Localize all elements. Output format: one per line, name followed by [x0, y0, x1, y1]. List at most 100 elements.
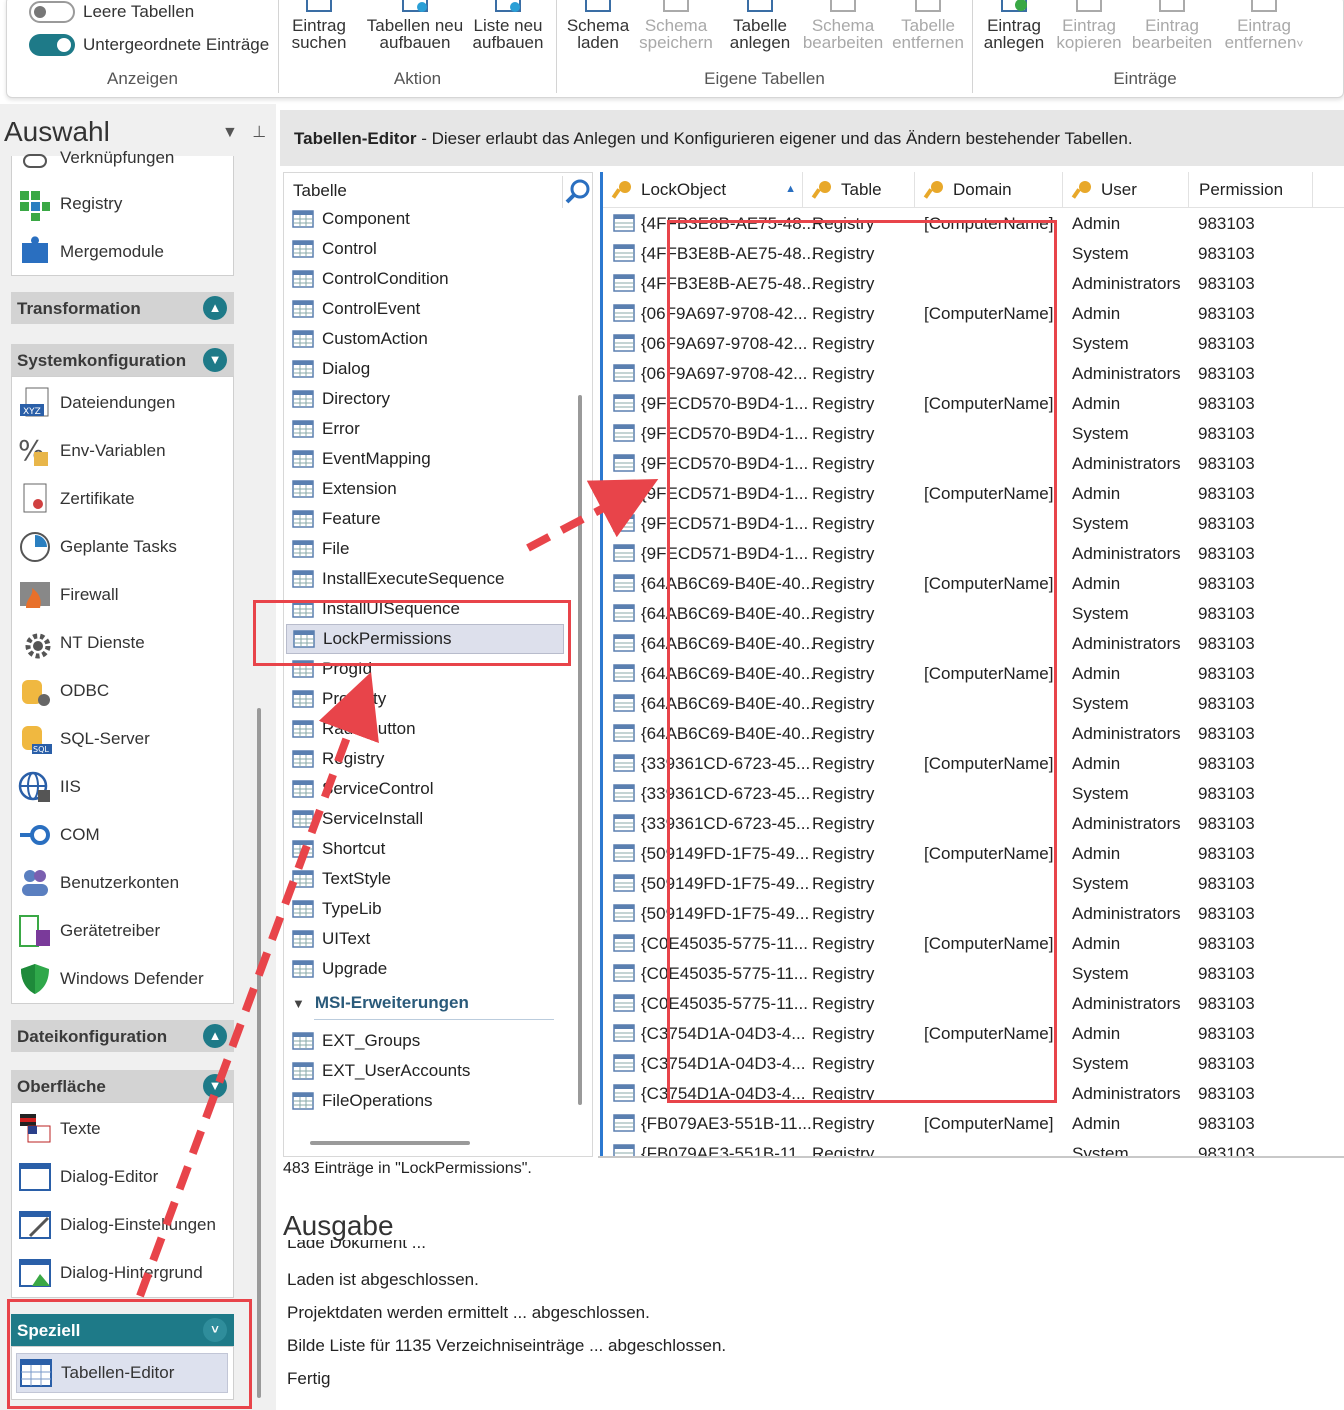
- table-list-item[interactable]: EXT_UserAccounts: [292, 1056, 470, 1086]
- pin-icon[interactable]: ⊥: [252, 124, 266, 141]
- schema-laden-button[interactable]: Schema laden: [565, 0, 631, 51]
- table-list-item[interactable]: Dialog: [292, 354, 370, 384]
- sidebar-item-verknuepfungen[interactable]: Verknüpfungen: [18, 138, 174, 178]
- eintrag-kopieren-button[interactable]: Eintrag kopieren: [1053, 0, 1125, 51]
- chevron-down-icon[interactable]: ˅: [1296, 37, 1303, 51]
- section-header-oberflaeche[interactable]: Oberfläche ▼: [11, 1070, 234, 1102]
- table-list-item[interactable]: EventMapping: [292, 444, 431, 474]
- dropdown-arrow-icon[interactable]: ▼: [222, 124, 238, 141]
- sidebar-scrollbar[interactable]: [257, 708, 261, 1398]
- table-list-hscrollbar[interactable]: [310, 1141, 470, 1145]
- table-list-item-label: File: [322, 539, 350, 558]
- table-list-item[interactable]: Control: [292, 234, 377, 264]
- sidebar-item-firewall[interactable]: Firewall: [18, 575, 119, 615]
- table-list-item[interactable]: EXT_Groups: [292, 1026, 420, 1056]
- sidebar-item-mergemodule[interactable]: Mergemodule: [18, 232, 164, 272]
- table-icon: [292, 780, 314, 798]
- chevron-down-icon[interactable]: ▼: [203, 348, 227, 372]
- certificate-icon: [18, 482, 52, 516]
- table-icon: [613, 994, 635, 1012]
- toggle-leere-tabellen[interactable]: Leere Tabellen: [29, 1, 194, 23]
- toggle-switch-off[interactable]: [29, 1, 75, 23]
- chevron-down-icon[interactable]: ▼: [203, 1074, 227, 1098]
- section-header-dateikonfiguration[interactable]: Dateikonfiguration ▲: [11, 1020, 234, 1052]
- sidebar-item-benutzerkonten[interactable]: Benutzerkonten: [18, 863, 179, 903]
- table-list-item[interactable]: Upgrade: [292, 954, 387, 984]
- sidebar-item-dateiendungen[interactable]: XYZ Dateiendungen: [18, 383, 175, 423]
- table-list-item[interactable]: FileOperations: [292, 1086, 433, 1116]
- liste-neu-aufbauen-button[interactable]: Liste neu aufbauen: [469, 0, 547, 51]
- table-list-item[interactable]: UIText: [292, 924, 370, 954]
- sidebar-item-geraetetreiber[interactable]: Gerätetreiber: [18, 911, 160, 951]
- table-icon: [292, 1032, 314, 1050]
- column-header-lockobject[interactable]: LockObject ▲: [603, 172, 803, 208]
- section-header-transformation[interactable]: Transformation ▲: [11, 292, 234, 324]
- sidebar-item-sql-server[interactable]: SQL SQL-Server: [18, 719, 150, 759]
- collapse-triangle-icon[interactable]: ▼: [292, 996, 305, 1011]
- sidebar-item-odbc[interactable]: ODBC: [18, 671, 109, 711]
- table-list-item[interactable]: RadioButton: [292, 714, 416, 744]
- table-list-item-label: ControlEvent: [322, 299, 421, 318]
- table-icon: [292, 570, 314, 588]
- chevron-up-icon[interactable]: ▲: [203, 296, 227, 320]
- table-list-item-label: Shortcut: [322, 839, 386, 858]
- toggle-untergeordnete-eintraege[interactable]: Untergeordnete Einträge: [29, 34, 269, 56]
- table-list-item[interactable]: Property: [292, 684, 386, 714]
- schema-speichern-button[interactable]: Schema speichern: [637, 0, 715, 51]
- table-list-item[interactable]: InstallExecuteSequence: [292, 564, 504, 594]
- column-header-permission[interactable]: Permission: [1189, 172, 1313, 208]
- clock-icon: [18, 530, 52, 564]
- table-list-item-label: CustomAction: [322, 329, 428, 348]
- table-list-item[interactable]: TypeLib: [292, 894, 382, 924]
- table-list-item[interactable]: Component: [292, 204, 410, 234]
- table-list-vscrollbar[interactable]: [578, 395, 582, 1105]
- msi-extensions-header[interactable]: ▼ MSI-Erweiterungen: [292, 993, 469, 1013]
- eintrag-anlegen-button[interactable]: Eintrag anlegen: [981, 0, 1047, 51]
- table-list-item[interactable]: ControlCondition: [292, 264, 449, 294]
- column-header-user[interactable]: User: [1063, 172, 1189, 208]
- table-list-item[interactable]: CustomAction: [292, 324, 428, 354]
- eintrag-entfernen-button[interactable]: Eintrag entfernen˅: [1219, 0, 1309, 53]
- tabellen-neu-aufbauen-button[interactable]: Tabellen neu aufbauen: [365, 0, 465, 51]
- table-icon: [292, 1092, 314, 1110]
- table-row[interactable]: {FB079AE3-551B-11... Registry [ComputerNam…: [603, 1108, 1344, 1138]
- sidebar-item-com[interactable]: COM: [18, 815, 100, 855]
- sidebar-item-texte[interactable]: Texte: [18, 1109, 101, 1149]
- sidebar-item-nt-dienste[interactable]: NT Dienste: [18, 623, 145, 663]
- table-list-item[interactable]: Directory: [292, 384, 390, 414]
- search-button[interactable]: [562, 176, 592, 208]
- section-header-systemkonfiguration[interactable]: Systemkonfiguration ▼: [11, 344, 234, 376]
- table-list-header: Tabelle: [293, 181, 347, 200]
- sidebar-item-geplante-tasks[interactable]: Geplante Tasks: [18, 527, 177, 567]
- table-list-item[interactable]: Feature: [292, 504, 381, 534]
- column-header-domain[interactable]: Domain: [915, 172, 1063, 208]
- table-list-item[interactable]: TextStyle: [292, 864, 391, 894]
- table-list-item[interactable]: ServiceControl: [292, 774, 434, 804]
- sidebar-item-dialog-hintergrund[interactable]: Dialog-Hintergrund: [18, 1253, 203, 1293]
- cell-permission: 983103: [1198, 754, 1255, 773]
- sidebar-item-zertifikate[interactable]: Zertifikate: [18, 479, 135, 519]
- schema-bearbeiten-button[interactable]: Schema bearbeiten: [801, 0, 885, 51]
- tabelle-entfernen-button[interactable]: Tabelle entfernen: [889, 0, 967, 51]
- table-list-item[interactable]: Error: [292, 414, 360, 444]
- table-icon: [613, 874, 635, 892]
- eintrag-suchen-button[interactable]: Eintrag suchen: [287, 0, 351, 51]
- sidebar-item-env-variablen[interactable]: % Env-Variablen: [18, 431, 166, 471]
- sidebar-item-iis[interactable]: IIS: [18, 767, 81, 807]
- tabelle-anlegen-button[interactable]: Tabelle anlegen: [727, 0, 793, 51]
- sidebar-item-dialog-einstellungen[interactable]: Dialog-Einstellungen: [18, 1205, 216, 1245]
- table-list-item[interactable]: Shortcut: [292, 834, 385, 864]
- sidebar-item-dialog-editor[interactable]: Dialog-Editor: [18, 1157, 158, 1197]
- toggle-switch-on[interactable]: [29, 34, 75, 56]
- table-list-item[interactable]: Registry: [292, 744, 384, 774]
- chevron-up-icon[interactable]: ▲: [203, 1024, 227, 1048]
- eintrag-bearbeiten-button[interactable]: Eintrag bearbeiten: [1129, 0, 1215, 51]
- column-header-table[interactable]: Table: [803, 172, 915, 208]
- table-row[interactable]: {FB079AE3-551B-11... Registry System 983103: [603, 1138, 1344, 1157]
- table-list-item[interactable]: ServiceInstall: [292, 804, 423, 834]
- table-list-item[interactable]: File: [292, 534, 349, 564]
- table-list-item[interactable]: ControlEvent: [292, 294, 420, 324]
- sidebar-item-windows-defender[interactable]: Windows Defender: [18, 959, 204, 999]
- sidebar-item-registry[interactable]: Registry: [18, 184, 122, 224]
- table-list-item[interactable]: Extension: [292, 474, 397, 504]
